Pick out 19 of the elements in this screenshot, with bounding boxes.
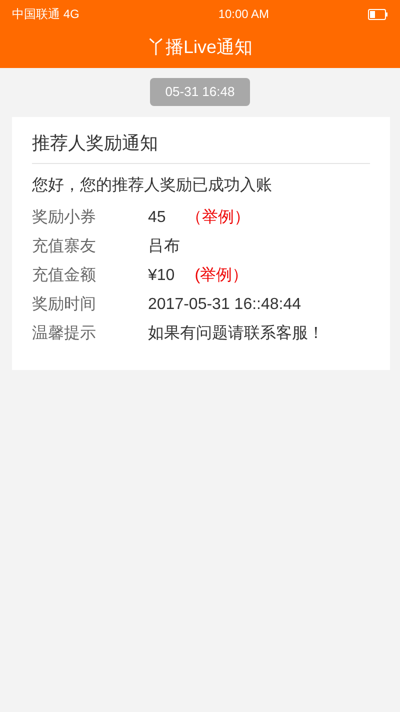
field-value: 2017-05-31 16::48:44 (148, 296, 302, 314)
field-value: 45 (148, 208, 166, 226)
battery-icon (368, 8, 388, 20)
header-title: 丫播Live通知 (147, 37, 253, 57)
field-value: 吕布 (148, 237, 180, 257)
field-label: 温馨提示 (32, 324, 97, 344)
timestamp-badge: 05-31 16:48 (150, 78, 250, 106)
field-label: 奖励时间 (32, 294, 97, 315)
carrier-label: 中国联通 4G (12, 6, 80, 22)
card-title: 推荐人奖励通知 (32, 131, 370, 164)
greeting-text: 您好，您的推荐人奖励已成功入账 (32, 176, 273, 196)
field-value: ¥10 (148, 266, 175, 284)
field-label: 奖励小券 (32, 208, 97, 228)
field-label: 充值寨友 (32, 236, 97, 257)
field-label: 充值金额 (32, 266, 97, 286)
example-note: (举例） (194, 266, 248, 286)
status-time: 10:00 AM (218, 7, 270, 21)
field-value: 如果有问题请联系客服！ (148, 324, 324, 344)
example-note: （举例） (186, 208, 250, 228)
